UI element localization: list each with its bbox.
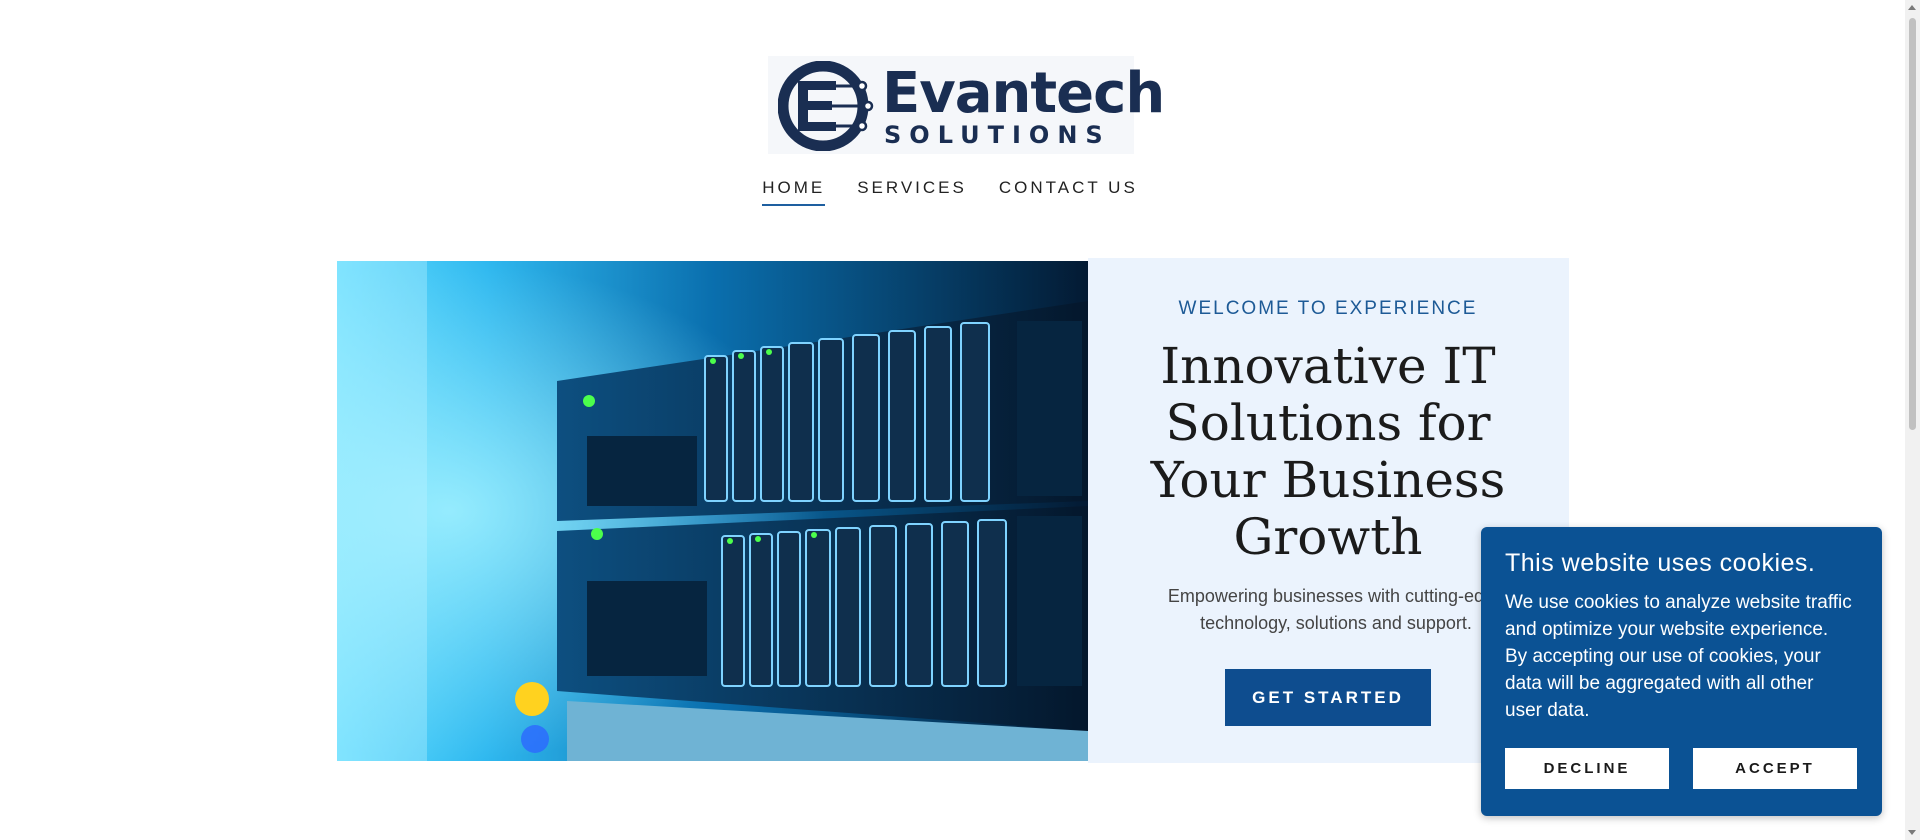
nav-item-services[interactable]: SERVICES — [857, 178, 967, 206]
cookie-body-line: and optimize your website experience. — [1505, 619, 1829, 640]
hero-image — [337, 261, 1088, 761]
scroll-thumb[interactable] — [1909, 18, 1916, 430]
cookie-body-line: By accepting our use of cookies, your — [1505, 646, 1821, 667]
evantech-logo-mark-icon — [778, 61, 874, 151]
hero-eyebrow: WELCOME TO EXPERIENCE — [1178, 298, 1478, 319]
cookie-banner: This website uses cookies. We use cookie… — [1481, 527, 1882, 816]
scroll-up-arrow-icon[interactable] — [1908, 5, 1916, 10]
page: Evantech SOLUTIONS HOME SERVICES CONTACT… — [0, 0, 1920, 840]
cookie-body-line: user data. — [1505, 700, 1590, 721]
cookie-banner-body: We use cookies to analyze website traffi… — [1505, 589, 1865, 724]
cookie-body-line: We use cookies to analyze website traffi… — [1505, 592, 1852, 613]
hero-headline: Innovative IT Solutions for Your Busines… — [1150, 337, 1506, 566]
main-nav: HOME SERVICES CONTACT US — [0, 178, 1900, 206]
page-scrollbar[interactable] — [1905, 0, 1920, 840]
brand-logo[interactable]: Evantech SOLUTIONS — [768, 56, 1165, 154]
scroll-down-arrow-icon[interactable] — [1908, 830, 1916, 835]
accept-cookies-button[interactable]: ACCEPT — [1693, 748, 1857, 789]
logo-text: Evantech SOLUTIONS — [882, 61, 1165, 149]
brand-name: Evantech — [882, 61, 1165, 126]
nav-item-contact-us[interactable]: CONTACT US — [999, 178, 1138, 206]
cookie-body-line: data will be aggregated with all other — [1505, 673, 1814, 694]
decline-cookies-button[interactable]: DECLINE — [1505, 748, 1669, 789]
nav-item-home[interactable]: HOME — [762, 178, 826, 206]
server-rack-photo-icon — [337, 261, 1088, 761]
cookie-banner-title: This website uses cookies. — [1505, 549, 1816, 577]
get-started-button[interactable]: GET STARTED — [1225, 669, 1431, 726]
